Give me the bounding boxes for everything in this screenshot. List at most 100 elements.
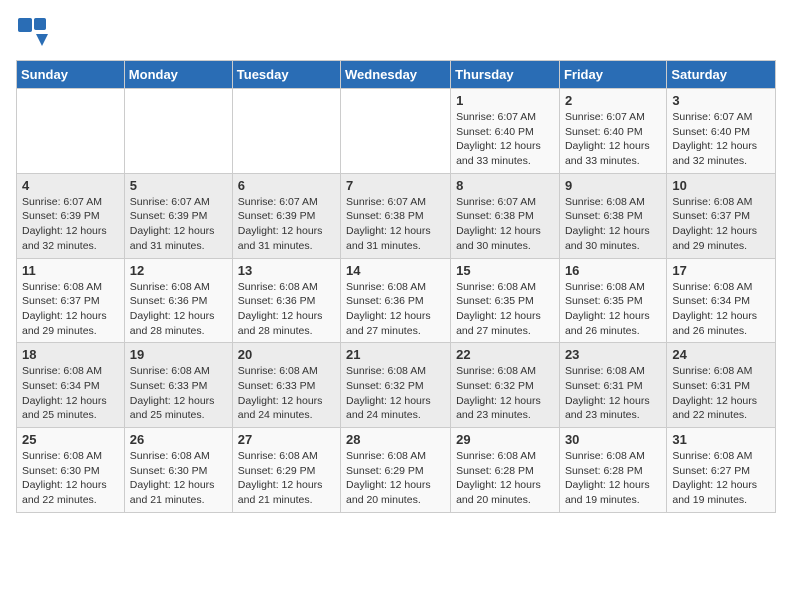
day-cell: 27 Sunrise: 6:08 AM Sunset: 6:29 PM Dayli… (232, 428, 340, 513)
day-cell: 13 Sunrise: 6:08 AM Sunset: 6:36 PM Dayli… (232, 258, 340, 343)
day-info: Sunrise: 6:07 AM Sunset: 6:40 PM Dayligh… (456, 110, 554, 169)
page-header (16, 16, 776, 48)
day-cell: 6 Sunrise: 6:07 AM Sunset: 6:39 PM Daylig… (232, 173, 340, 258)
day-cell: 29 Sunrise: 6:08 AM Sunset: 6:28 PM Dayli… (451, 428, 560, 513)
day-info: Sunrise: 6:08 AM Sunset: 6:27 PM Dayligh… (672, 449, 770, 508)
week-row-4: 18Sunrise: 6:08 AM Sunset: 6:34 PM Dayli… (17, 343, 776, 428)
day-number: 13 (238, 263, 335, 278)
weekday-header-tuesday: Tuesday (232, 61, 340, 89)
day-cell: 12 Sunrise: 6:08 AM Sunset: 6:36 PM Dayli… (124, 258, 232, 343)
day-number: 5 (130, 178, 227, 193)
day-cell: 31 Sunrise: 6:08 AM Sunset: 6:27 PM Dayli… (667, 428, 776, 513)
day-info: Sunrise: 6:07 AM Sunset: 6:39 PM Dayligh… (130, 195, 227, 254)
day-cell (232, 89, 340, 174)
day-info: Sunrise: 6:08 AM Sunset: 6:38 PM Dayligh… (565, 195, 661, 254)
day-info: Sunrise: 6:08 AM Sunset: 6:29 PM Dayligh… (238, 449, 335, 508)
day-cell: 18Sunrise: 6:08 AM Sunset: 6:34 PM Dayli… (17, 343, 125, 428)
day-number: 16 (565, 263, 661, 278)
week-row-1: 1 Sunrise: 6:07 AM Sunset: 6:40 PM Daylig… (17, 89, 776, 174)
day-number: 9 (565, 178, 661, 193)
day-cell: 1 Sunrise: 6:07 AM Sunset: 6:40 PM Daylig… (451, 89, 560, 174)
day-info: Sunrise: 6:08 AM Sunset: 6:31 PM Dayligh… (565, 364, 661, 423)
weekday-header-monday: Monday (124, 61, 232, 89)
day-number: 29 (456, 432, 554, 447)
day-info: Sunrise: 6:08 AM Sunset: 6:32 PM Dayligh… (456, 364, 554, 423)
day-info: Sunrise: 6:07 AM Sunset: 6:39 PM Dayligh… (238, 195, 335, 254)
day-info: Sunrise: 6:08 AM Sunset: 6:36 PM Dayligh… (130, 280, 227, 339)
day-info: Sunrise: 6:08 AM Sunset: 6:37 PM Dayligh… (672, 195, 770, 254)
day-info: Sunrise: 6:08 AM Sunset: 6:35 PM Dayligh… (456, 280, 554, 339)
day-number: 24 (672, 347, 770, 362)
day-cell: 14Sunrise: 6:08 AM Sunset: 6:36 PM Dayli… (341, 258, 451, 343)
day-cell: 30 Sunrise: 6:08 AM Sunset: 6:28 PM Dayli… (559, 428, 666, 513)
day-cell: 4Sunrise: 6:07 AM Sunset: 6:39 PM Daylig… (17, 173, 125, 258)
day-cell: 28 Sunrise: 6:08 AM Sunset: 6:29 PM Dayli… (341, 428, 451, 513)
day-cell: 5 Sunrise: 6:07 AM Sunset: 6:39 PM Daylig… (124, 173, 232, 258)
day-number: 6 (238, 178, 335, 193)
day-number: 27 (238, 432, 335, 447)
day-number: 11 (22, 263, 119, 278)
day-cell (17, 89, 125, 174)
day-info: Sunrise: 6:08 AM Sunset: 6:33 PM Dayligh… (238, 364, 335, 423)
day-info: Sunrise: 6:08 AM Sunset: 6:28 PM Dayligh… (565, 449, 661, 508)
day-number: 19 (130, 347, 227, 362)
weekday-header-row: SundayMondayTuesdayWednesdayThursdayFrid… (17, 61, 776, 89)
week-row-2: 4Sunrise: 6:07 AM Sunset: 6:39 PM Daylig… (17, 173, 776, 258)
day-cell: 3 Sunrise: 6:07 AM Sunset: 6:40 PM Daylig… (667, 89, 776, 174)
day-info: Sunrise: 6:08 AM Sunset: 6:30 PM Dayligh… (130, 449, 227, 508)
day-info: Sunrise: 6:07 AM Sunset: 6:40 PM Dayligh… (565, 110, 661, 169)
day-number: 31 (672, 432, 770, 447)
day-info: Sunrise: 6:07 AM Sunset: 6:38 PM Dayligh… (456, 195, 554, 254)
day-number: 2 (565, 93, 661, 108)
weekday-header-saturday: Saturday (667, 61, 776, 89)
day-number: 15 (456, 263, 554, 278)
weekday-header-thursday: Thursday (451, 61, 560, 89)
day-cell: 21 Sunrise: 6:08 AM Sunset: 6:32 PM Dayli… (341, 343, 451, 428)
day-info: Sunrise: 6:07 AM Sunset: 6:39 PM Dayligh… (22, 195, 119, 254)
day-number: 12 (130, 263, 227, 278)
day-number: 8 (456, 178, 554, 193)
day-cell: 20 Sunrise: 6:08 AM Sunset: 6:33 PM Dayli… (232, 343, 340, 428)
day-info: Sunrise: 6:08 AM Sunset: 6:34 PM Dayligh… (672, 280, 770, 339)
week-row-5: 25Sunrise: 6:08 AM Sunset: 6:30 PM Dayli… (17, 428, 776, 513)
day-cell: 8 Sunrise: 6:07 AM Sunset: 6:38 PM Daylig… (451, 173, 560, 258)
day-cell: 19 Sunrise: 6:08 AM Sunset: 6:33 PM Dayli… (124, 343, 232, 428)
day-cell (341, 89, 451, 174)
day-number: 18 (22, 347, 119, 362)
day-number: 22 (456, 347, 554, 362)
day-cell: 9 Sunrise: 6:08 AM Sunset: 6:38 PM Daylig… (559, 173, 666, 258)
day-number: 26 (130, 432, 227, 447)
day-number: 30 (565, 432, 661, 447)
day-cell: 23Sunrise: 6:08 AM Sunset: 6:31 PM Dayli… (559, 343, 666, 428)
day-number: 1 (456, 93, 554, 108)
day-info: Sunrise: 6:08 AM Sunset: 6:37 PM Dayligh… (22, 280, 119, 339)
day-info: Sunrise: 6:08 AM Sunset: 6:28 PM Dayligh… (456, 449, 554, 508)
day-cell: 15 Sunrise: 6:08 AM Sunset: 6:35 PM Dayli… (451, 258, 560, 343)
day-number: 7 (346, 178, 445, 193)
day-cell: 7Sunrise: 6:07 AM Sunset: 6:38 PM Daylig… (341, 173, 451, 258)
calendar-table: SundayMondayTuesdayWednesdayThursdayFrid… (16, 60, 776, 513)
day-info: Sunrise: 6:07 AM Sunset: 6:40 PM Dayligh… (672, 110, 770, 169)
logo (16, 16, 52, 48)
day-info: Sunrise: 6:08 AM Sunset: 6:33 PM Dayligh… (130, 364, 227, 423)
day-info: Sunrise: 6:08 AM Sunset: 6:36 PM Dayligh… (238, 280, 335, 339)
day-cell: 10 Sunrise: 6:08 AM Sunset: 6:37 PM Dayli… (667, 173, 776, 258)
day-cell: 24Sunrise: 6:08 AM Sunset: 6:31 PM Dayli… (667, 343, 776, 428)
day-info: Sunrise: 6:08 AM Sunset: 6:30 PM Dayligh… (22, 449, 119, 508)
day-cell: 22 Sunrise: 6:08 AM Sunset: 6:32 PM Dayli… (451, 343, 560, 428)
day-info: Sunrise: 6:08 AM Sunset: 6:32 PM Dayligh… (346, 364, 445, 423)
day-number: 28 (346, 432, 445, 447)
day-number: 20 (238, 347, 335, 362)
day-info: Sunrise: 6:08 AM Sunset: 6:36 PM Dayligh… (346, 280, 445, 339)
day-cell: 2 Sunrise: 6:07 AM Sunset: 6:40 PM Daylig… (559, 89, 666, 174)
day-number: 21 (346, 347, 445, 362)
day-number: 10 (672, 178, 770, 193)
day-cell: 16Sunrise: 6:08 AM Sunset: 6:35 PM Dayli… (559, 258, 666, 343)
day-number: 3 (672, 93, 770, 108)
day-info: Sunrise: 6:08 AM Sunset: 6:29 PM Dayligh… (346, 449, 445, 508)
day-cell: 25Sunrise: 6:08 AM Sunset: 6:30 PM Dayli… (17, 428, 125, 513)
logo-icon (16, 16, 48, 48)
weekday-header-sunday: Sunday (17, 61, 125, 89)
day-number: 17 (672, 263, 770, 278)
day-cell: 17 Sunrise: 6:08 AM Sunset: 6:34 PM Dayli… (667, 258, 776, 343)
